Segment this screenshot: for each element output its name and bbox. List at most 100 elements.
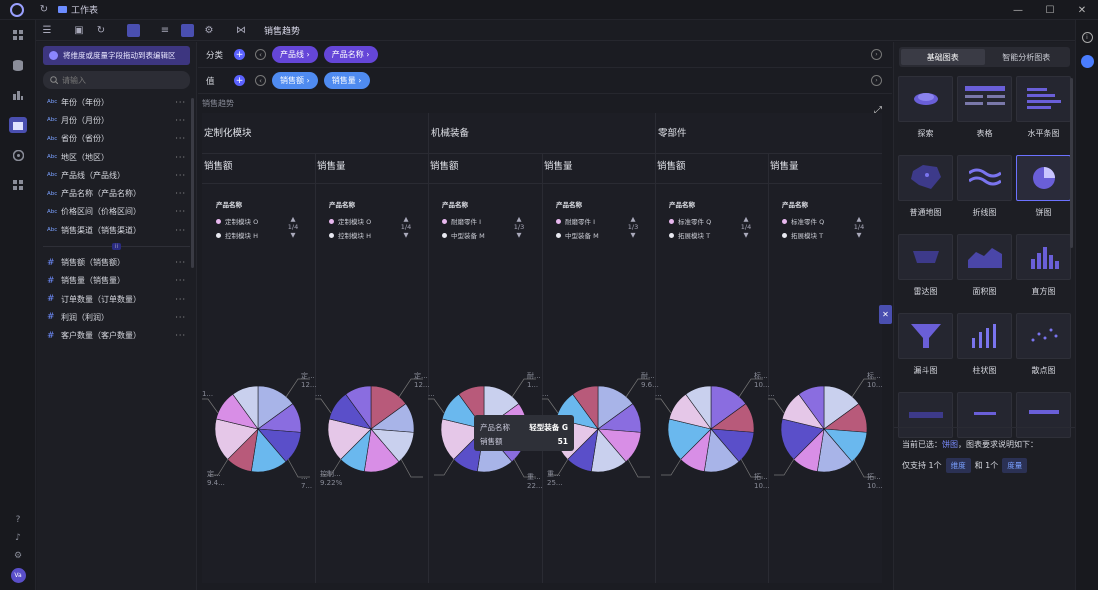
legend-pager[interactable]: ▲ 1/4 ▼	[852, 215, 866, 239]
chart-type-option[interactable]: 柱状图	[957, 313, 1012, 390]
pager-down-icon[interactable]: ▼	[852, 231, 866, 239]
field-panel-toggle-icon[interactable]	[122, 20, 144, 41]
category-shelf[interactable]: 分类 + ‹ 产品线 › 产品名称 › ›	[198, 42, 892, 68]
pager-down-icon[interactable]: ▼	[399, 231, 413, 239]
dimension-field[interactable]: Abc 价格区间（价格区间） ···	[37, 203, 196, 221]
measure-field[interactable]: # 客户数量（客户数量） ···	[37, 327, 196, 345]
pager-up-icon[interactable]: ▲	[739, 215, 753, 223]
category-pill-product-name[interactable]: 产品名称 ›	[323, 46, 378, 63]
value-sort-icon[interactable]: ‹	[255, 75, 266, 86]
category-sort-icon[interactable]: ‹	[255, 49, 266, 60]
collapse-panel-icon[interactable]: ☰	[36, 20, 58, 41]
filter-icon[interactable]: ≡	[154, 20, 176, 41]
settings-icon[interactable]: ⚙	[0, 547, 36, 565]
legend-item[interactable]: 耐磨零件 I	[556, 214, 656, 228]
field-more-icon[interactable]: ···	[175, 134, 186, 143]
legend-pager[interactable]: ▲ 1/3 ▼	[512, 215, 526, 239]
field-more-icon[interactable]: ···	[175, 189, 186, 198]
legend-item[interactable]: 中型装备 M	[556, 228, 656, 242]
field-more-icon[interactable]: ···	[175, 276, 186, 285]
legend-pager[interactable]: ▲ 1/3 ▼	[626, 215, 640, 239]
pager-down-icon[interactable]: ▼	[512, 231, 526, 239]
current-chart-link[interactable]: 饼图	[942, 439, 958, 450]
category-pill-product-line[interactable]: 产品线 ›	[272, 46, 318, 63]
dimension-field[interactable]: Abc 省份（省份） ···	[37, 130, 196, 148]
chart-panel-scrollbar[interactable]	[1070, 78, 1073, 248]
search-input[interactable]	[62, 75, 172, 85]
fields-scrollbar[interactable]	[191, 98, 194, 268]
pager-up-icon[interactable]: ▲	[512, 215, 526, 223]
nav-explore-icon[interactable]	[0, 140, 36, 170]
add-category-icon[interactable]: +	[234, 49, 245, 60]
field-more-icon[interactable]: ···	[175, 258, 186, 267]
legend-item[interactable]: 标准零件 Q	[782, 214, 882, 228]
tab-smart-charts[interactable]: 智能分析图表	[985, 49, 1069, 65]
value-shelf[interactable]: 值 + ‹ 销售额 › 销售量 › ›	[198, 68, 892, 94]
close-icon[interactable]: ✕	[1066, 0, 1098, 20]
section-divider[interactable]: ⁞⁞	[37, 239, 196, 253]
field-more-icon[interactable]: ···	[175, 171, 186, 180]
dimension-field[interactable]: Abc 产品线（产品线） ···	[37, 166, 196, 184]
legend-item[interactable]: 中型装备 M	[442, 228, 542, 242]
pager-up-icon[interactable]: ▲	[399, 215, 413, 223]
measure-field[interactable]: # 销售额（销售额） ···	[37, 253, 196, 271]
chart-type-option[interactable]: 散点图	[1016, 313, 1071, 390]
nav-chart-icon[interactable]	[0, 80, 36, 110]
value-pill-sales[interactable]: 销售额 ›	[272, 72, 318, 89]
nav-database-icon[interactable]	[0, 50, 36, 80]
bell-icon[interactable]: ♪	[0, 529, 36, 547]
pager-down-icon[interactable]: ▼	[626, 231, 640, 239]
dimension-field[interactable]: Abc 销售渠道（销售渠道） ···	[37, 221, 196, 239]
field-more-icon[interactable]: ···	[175, 207, 186, 216]
legend-item[interactable]: 定制模块 O	[216, 214, 316, 228]
field-search[interactable]	[43, 71, 190, 89]
legend-item[interactable]: 控制模块 H	[329, 228, 429, 242]
legend-pager[interactable]: ▲ 1/4 ▼	[399, 215, 413, 239]
chart-type-option[interactable]: 面积图	[957, 234, 1012, 311]
chart-type-option[interactable]: 探索	[898, 76, 953, 153]
refresh-data-icon[interactable]: ↻	[90, 20, 112, 41]
pager-down-icon[interactable]: ▼	[739, 231, 753, 239]
legend-item[interactable]: 耐磨零件 I	[442, 214, 542, 228]
tab-basic-charts[interactable]: 基础图表	[901, 49, 985, 65]
dimension-field[interactable]: Abc 月份（月份） ···	[37, 111, 196, 129]
chart-type-option[interactable]: 表格	[957, 76, 1012, 153]
pager-up-icon[interactable]: ▲	[286, 215, 300, 223]
dimension-field[interactable]: Abc 地区（地区） ···	[37, 148, 196, 166]
nav-dashboard-icon[interactable]	[0, 20, 36, 50]
info-icon[interactable]: i	[1081, 32, 1093, 43]
chart-type-option[interactable]: 直方图	[1016, 234, 1071, 311]
measure-field[interactable]: # 销售量（销售量） ···	[37, 272, 196, 290]
assistant-bot-icon[interactable]	[1080, 55, 1094, 68]
chart-type-option[interactable]: 漏斗图	[898, 313, 953, 390]
value-pill-quantity[interactable]: 销售量 ›	[323, 72, 370, 89]
avatar[interactable]: Va	[10, 568, 26, 583]
field-more-icon[interactable]: ···	[175, 153, 186, 162]
chart-type-option[interactable]: 雷达图	[898, 234, 953, 311]
field-more-icon[interactable]: ···	[175, 98, 186, 107]
legend-item[interactable]: 定制模块 O	[329, 214, 429, 228]
measure-field[interactable]: # 订单数量（订单数量） ···	[37, 290, 196, 308]
legend-item[interactable]: 控制模块 H	[216, 228, 316, 242]
collapse-right-panel-icon[interactable]: ✕	[879, 305, 892, 324]
measure-field[interactable]: # 利润（利润） ···	[37, 308, 196, 326]
chart-type-option[interactable]: 饼图	[1016, 155, 1071, 232]
nav-worksheet-icon[interactable]	[0, 110, 36, 140]
save-icon[interactable]: ▣	[68, 20, 90, 41]
category-more-icon[interactable]: ›	[871, 49, 882, 60]
minimize-icon[interactable]: —	[1002, 0, 1034, 20]
legend-item[interactable]: 拓展模块 T	[669, 228, 769, 242]
legend-item[interactable]: 标准零件 Q	[669, 214, 769, 228]
share-icon[interactable]: ⋈	[230, 20, 252, 41]
legend-item[interactable]: 拓展模块 T	[782, 228, 882, 242]
pager-up-icon[interactable]: ▲	[852, 215, 866, 223]
field-more-icon[interactable]: ···	[175, 116, 186, 125]
legend-pager[interactable]: ▲ 1/4 ▼	[286, 215, 300, 239]
chart-type-option[interactable]: 折线图	[957, 155, 1012, 232]
chart-type-option[interactable]: 水平条图	[1016, 76, 1071, 153]
dimension-field[interactable]: Abc 产品名称（产品名称） ···	[37, 184, 196, 202]
field-more-icon[interactable]: ···	[175, 313, 186, 322]
add-value-icon[interactable]: +	[234, 75, 245, 86]
field-more-icon[interactable]: ···	[175, 226, 186, 235]
chart-panel-toggle-icon[interactable]	[176, 20, 198, 41]
